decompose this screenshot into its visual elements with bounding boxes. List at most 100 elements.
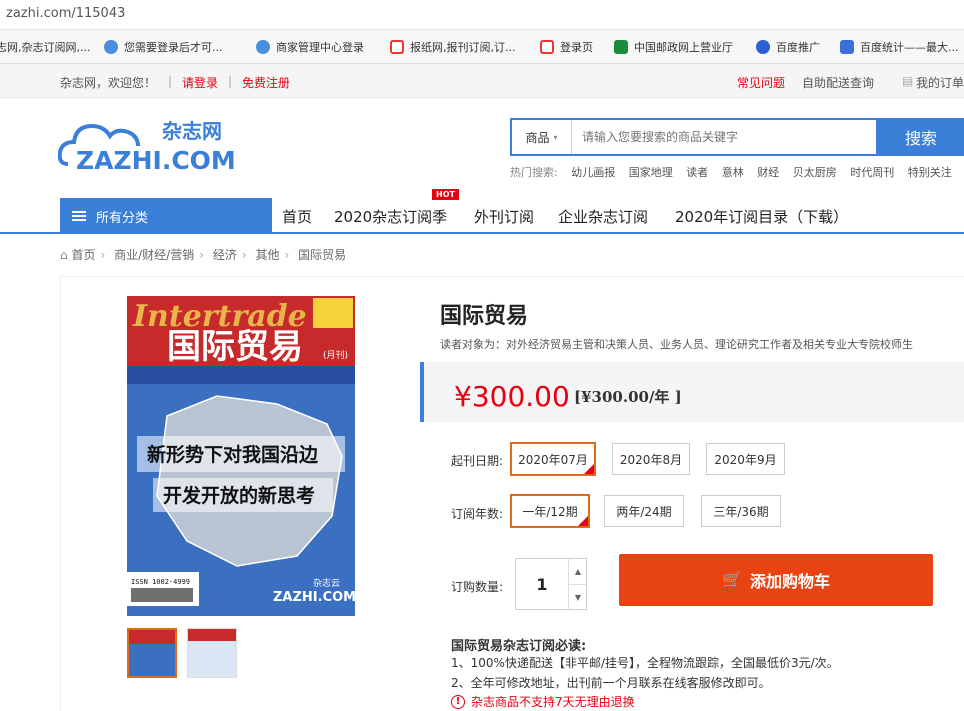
cover-masthead: 国际贸易 — [167, 327, 303, 367]
cart-icon: 🛒 — [722, 572, 742, 589]
add-to-cart-label: 添加购物车 — [749, 574, 830, 591]
cover-issue: (月刊) — [323, 349, 348, 361]
browser-url-bar[interactable]: zazhi.com/115043 — [0, 0, 964, 30]
logo-cn-text: 杂志网 — [162, 119, 222, 143]
years-option[interactable]: 两年/24期 — [604, 495, 684, 527]
breadcrumb-sep: › — [100, 248, 106, 262]
z-icon — [390, 40, 404, 54]
bookmark-newspaper[interactable]: 报纸网,报刊订阅,订... — [390, 30, 515, 64]
bookmark-login-required[interactable]: 您需要登录后才可... — [104, 30, 223, 64]
search-category-select[interactable]: 商品 ▾ — [512, 120, 572, 154]
hot-keyword[interactable]: 幼儿画报 — [571, 166, 615, 179]
bookmark-label: 中国邮政网上营业厅 — [634, 41, 733, 54]
breadcrumb-item[interactable]: 首页 — [71, 248, 95, 262]
hot-keyword[interactable]: 贝太厨房 — [793, 166, 837, 179]
paw-icon — [756, 40, 770, 54]
hot-keyword[interactable]: 读者 — [686, 166, 708, 179]
cover-brand-cn: 杂志云 — [313, 577, 340, 589]
search-input[interactable] — [572, 120, 876, 154]
search-button[interactable]: 搜索 — [876, 118, 964, 156]
caret-down-icon: ▼ — [574, 592, 582, 602]
bookmark-baidu-promo[interactable]: 百度推广 — [756, 30, 820, 64]
notice-title: 国际贸易杂志订阅必读: — [451, 639, 587, 654]
years-option[interactable]: 三年/36期 — [701, 495, 781, 527]
hot-searches: 热门搜索: 幼儿画报 国家地理 读者 意林 财经 贝太厨房 时代周刊 特别关注 — [510, 164, 962, 180]
hot-keyword[interactable]: 时代周刊 — [850, 166, 894, 179]
login-link[interactable]: 请登录 — [182, 74, 218, 91]
option-label: 2020年9月 — [714, 452, 777, 467]
all-categories-button[interactable]: 所有分类 — [60, 198, 272, 234]
hot-keyword[interactable]: 意林 — [722, 166, 744, 179]
bookmark-label: 登录页 — [560, 41, 593, 54]
thumbnail-2[interactable] — [187, 628, 237, 678]
nav-foreign[interactable]: 外刊订阅 — [474, 206, 534, 227]
site-top-bar: 杂志网，欢迎您！ | 请登录 | 免费注册 常见问题 自助配送查询 ▤ 我的订单 — [0, 64, 964, 98]
nav-enterprise[interactable]: 企业杂志订阅 — [558, 206, 648, 227]
search-category-label: 商品 — [525, 130, 550, 145]
header: 杂志网 ZAZHI.COM 商品▾ 搜索 热门搜索: 幼儿画报 国家地理 读者 … — [0, 98, 964, 198]
divider: | — [228, 74, 233, 88]
bookmark-label: 您需要登录后才可... — [124, 41, 223, 54]
orders-icon: ▤ — [902, 74, 914, 88]
chevron-down-icon: ▾ — [553, 132, 558, 142]
caret-up-icon: ▲ — [574, 567, 582, 576]
start-date-option[interactable]: 2020年07月 — [510, 442, 596, 476]
magazine-cover: Intertrade 国际贸易 (月刊) 新形势下对我国沿边 开发开放的新思考 … — [127, 296, 355, 616]
hot-keyword[interactable]: 特别关注 — [908, 166, 952, 179]
menu-icon — [72, 211, 86, 221]
start-date-option[interactable]: 2020年8月 — [612, 443, 690, 475]
bookmark-baidu-stats[interactable]: 百度统计——最大... — [840, 30, 959, 64]
breadcrumb-item-current: 国际贸易 — [298, 248, 347, 262]
breadcrumb-item[interactable]: 经济 — [213, 248, 237, 262]
product-cover-image: Intertrade 国际贸易 (月刊) 新形势下对我国沿边 开发开放的新思考 … — [127, 296, 355, 616]
price-per-year: [¥300.00/年 ] — [574, 388, 682, 406]
years-option[interactable]: 一年/12期 — [510, 494, 590, 528]
hot-keyword[interactable]: 国家地理 — [629, 166, 673, 179]
faq-link[interactable]: 常见问题 — [737, 74, 785, 91]
cover-headline-2: 开发开放的新思考 — [163, 484, 315, 507]
delivery-query-link[interactable]: 自助配送查询 — [802, 74, 874, 91]
start-date-label: 起刊日期: — [451, 454, 504, 468]
home-icon: ⌂ — [60, 248, 68, 262]
bookmark-merchant-login[interactable]: 商家管理中心登录 — [256, 30, 364, 64]
bookmark-login-page[interactable]: 登录页 — [540, 30, 593, 64]
warning-text: 杂志商品不支持7天无理由退换 — [471, 695, 635, 709]
hot-label: 热门搜索: — [510, 166, 558, 179]
thumb-masthead — [188, 629, 236, 641]
qty-decrease-button[interactable]: ▼ — [568, 584, 587, 609]
register-link[interactable]: 免费注册 — [242, 74, 290, 91]
notice-line: 2、全年可修改地址，出刊前一个月联系在线客服修改即可。 — [451, 676, 771, 690]
product-readers: 读者对象为：对外经济贸易主管和决策人员、业务人员、理论研究工作者及相关专业大专院… — [440, 338, 913, 351]
thumbnail-1[interactable] — [127, 628, 177, 678]
breadcrumb-item[interactable]: 商业/财经/营销 — [114, 248, 194, 262]
option-label: 2020年07月 — [518, 452, 588, 467]
option-label: 2020年8月 — [619, 452, 683, 467]
bookmark-label: 百度推广 — [776, 41, 820, 54]
my-orders-link[interactable]: 我的订单 — [916, 74, 964, 91]
start-date-option[interactable]: 2020年9月 — [706, 443, 785, 475]
nav-2020-season[interactable]: 2020杂志订阅季 — [334, 206, 447, 227]
breadcrumb: ⌂ 首页 › 商业/财经/营销 › 经济 › 其他 › 国际贸易 — [60, 246, 346, 263]
hot-badge: HOT — [432, 189, 459, 200]
url-text[interactable]: zazhi.com/115043 — [6, 6, 125, 21]
add-to-cart-button[interactable]: 🛒 添加购物车 — [619, 554, 933, 606]
bookmark-china-post[interactable]: 中国邮政网上营业厅 — [614, 30, 733, 64]
welcome-text: 杂志网，欢迎您！ — [60, 76, 157, 90]
breadcrumb-sep: › — [284, 248, 290, 262]
quantity-input[interactable]: 1 — [516, 559, 568, 609]
price: ¥300.00 — [454, 380, 570, 413]
bookmark-label: 报纸网,报刊订阅,订... — [410, 41, 516, 54]
breadcrumb-item[interactable]: 其他 — [256, 248, 280, 262]
bookmark-label: 百度统计——最大... — [860, 41, 959, 54]
bookmark-label: 志网,杂志订阅网,... — [0, 41, 91, 54]
logo-text: ZAZHI.COM — [76, 146, 236, 172]
nav-home[interactable]: 首页 — [282, 206, 312, 227]
site-logo[interactable]: 杂志网 ZAZHI.COM — [57, 112, 253, 175]
logo-cloud-icon: 杂志网 ZAZHI.COM — [57, 119, 236, 175]
nav-catalog-download[interactable]: 2020年订阅目录（下载） — [675, 206, 848, 227]
hot-keyword[interactable]: 财经 — [757, 166, 779, 179]
bookmark-zazhi[interactable]: 志网,杂志订阅网,... — [0, 30, 90, 64]
chart-icon — [840, 40, 854, 54]
qty-increase-button[interactable]: ▲ — [568, 559, 587, 584]
cover-headline-1: 新形势下对我国沿边 — [147, 443, 319, 466]
